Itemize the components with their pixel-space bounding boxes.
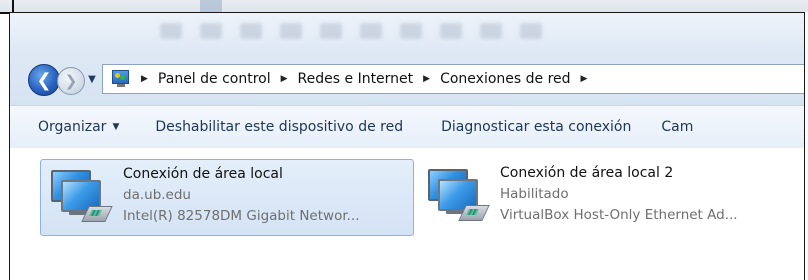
background-window-strip	[0, 0, 808, 12]
diagnose-connection-button[interactable]: Diagnosticar esta conexión	[433, 106, 661, 148]
connection-item-local-2[interactable]: Conexión de área local 2 Habilitado Virt…	[418, 159, 798, 234]
chevron-down-icon: ▼	[88, 74, 96, 85]
connection-status: da.ub.edu	[123, 187, 191, 203]
arrow-left-icon: ❮	[36, 69, 52, 91]
change-settings-label: Cam	[661, 119, 694, 135]
command-bar: Organizar ▼ Deshabilitar este dispositiv…	[10, 105, 804, 149]
connection-name: Conexión de área local	[123, 166, 283, 182]
change-settings-button[interactable]: Cam	[661, 106, 701, 148]
forward-button[interactable]: ❯	[57, 67, 85, 95]
back-button[interactable]: ❮	[28, 64, 60, 96]
connections-list: Conexión de área local da.ub.edu Intel(R…	[10, 148, 804, 280]
organize-button[interactable]: Organizar ▼	[10, 106, 147, 148]
organize-label: Organizar	[38, 119, 107, 135]
recent-pages-dropdown[interactable]: ▼	[86, 74, 98, 86]
breadcrumb-network-connections[interactable]: Conexiones de red	[440, 71, 570, 87]
breadcrumb-separator-icon[interactable]: ▶	[423, 74, 430, 84]
connection-device: VirtualBox Host-Only Ethernet Ad...	[500, 207, 738, 223]
network-adapter-icon	[49, 166, 113, 230]
arrow-right-icon: ❯	[64, 72, 78, 90]
breadcrumb-separator-icon[interactable]: ▶	[141, 74, 148, 84]
breadcrumb-separator-icon[interactable]: ▶	[281, 74, 288, 84]
connection-item-local[interactable]: Conexión de área local da.ub.edu Intel(R…	[40, 159, 414, 236]
blurred-background-icons	[160, 23, 760, 53]
disable-device-label: Deshabilitar este dispositivo de red	[155, 119, 404, 135]
breadcrumb-separator-icon[interactable]: ▶	[581, 74, 588, 84]
network-adapter-icon	[426, 165, 490, 229]
chevron-down-icon: ▼	[112, 122, 120, 132]
connection-device: Intel(R) 82578DM Gigabit Networ...	[123, 208, 360, 224]
address-bar[interactable]: ▶ Panel de control ▶ Redes e Internet ▶ …	[102, 64, 804, 94]
disable-device-button[interactable]: Deshabilitar este dispositivo de red	[147, 106, 433, 148]
diagnose-connection-label: Diagnosticar esta conexión	[441, 119, 632, 135]
background-window-fragment	[200, 0, 222, 12]
breadcrumb-network-internet[interactable]: Redes e Internet	[298, 71, 414, 87]
address-region: ❮ ❯ ▼ ▶ Panel de control ▶ Redes e Inter…	[10, 13, 804, 105]
connection-status: Habilitado	[500, 186, 569, 202]
control-panel-icon	[111, 69, 131, 89]
connection-name: Conexión de área local 2	[500, 165, 674, 181]
explorer-window: ❮ ❯ ▼ ▶ Panel de control ▶ Redes e Inter…	[9, 12, 805, 280]
breadcrumb-control-panel[interactable]: Panel de control	[158, 71, 271, 87]
